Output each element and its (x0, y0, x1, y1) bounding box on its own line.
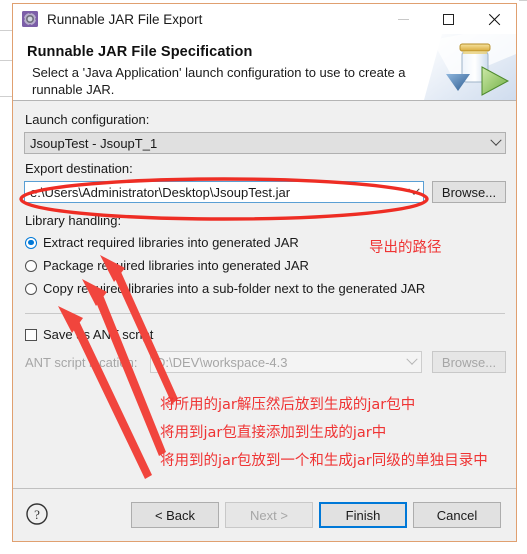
checkbox-label: Save as ANT script (43, 327, 154, 342)
radio-copy-libraries[interactable]: Copy required libraries into a sub-folde… (25, 281, 425, 296)
background-line (0, 96, 12, 97)
radio-extract-libraries[interactable]: Extract required libraries into generate… (25, 235, 299, 250)
save-as-ant-script-checkbox[interactable]: Save as ANT script (25, 327, 153, 342)
close-icon[interactable] (471, 4, 516, 34)
dialog-footer: ? < Back Next > Finish Cancel (13, 488, 516, 541)
page-title: Runnable JAR File Specification (27, 44, 253, 60)
ant-script-location-value: D:\DEV\workspace-4.3 (156, 354, 288, 370)
radio-indicator (25, 259, 37, 272)
finish-button[interactable]: Finish (319, 502, 407, 528)
ant-script-location-combo[interactable]: D:\DEV\workspace-4.3 (150, 351, 422, 373)
chevron-down-icon[interactable] (402, 352, 421, 372)
background-line (0, 30, 12, 31)
jar-export-icon (424, 34, 516, 100)
export-destination-combo[interactable]: e:\Users\Administrator\Desktop\JsoupTest… (24, 181, 424, 203)
export-destination-browse-button[interactable]: Browse... (432, 181, 506, 203)
section-divider (25, 313, 505, 314)
page-description: Select a 'Java Application' launch confi… (32, 65, 406, 97)
radio-label: Extract required libraries into generate… (43, 235, 299, 250)
launch-configuration-value: JsoupTest - JsoupT_1 (30, 135, 158, 151)
launch-configuration-label: Launch configuration: (25, 112, 150, 127)
title-bar[interactable]: Runnable JAR File Export (13, 4, 516, 34)
chevron-down-icon[interactable] (404, 182, 423, 202)
window-controls (381, 4, 516, 34)
runnable-jar-export-dialog: Runnable JAR File Export Runnable JAR Fi… (12, 3, 517, 542)
radio-indicator (25, 236, 37, 249)
background-line (0, 60, 12, 61)
maximize-icon[interactable] (426, 4, 471, 34)
minimize-icon[interactable] (381, 4, 426, 34)
launch-configuration-combo[interactable]: JsoupTest - JsoupT_1 (24, 132, 506, 154)
cancel-button[interactable]: Cancel (413, 502, 501, 528)
ant-script-location-label: ANT script location: (25, 355, 138, 370)
help-icon[interactable]: ? (25, 502, 49, 526)
dialog-body: Launch configuration: JsoupTest - JsoupT… (13, 101, 516, 488)
chevron-down-icon[interactable] (486, 133, 505, 153)
background-line (519, 0, 527, 1)
ant-script-browse-button[interactable]: Browse... (432, 351, 506, 373)
radio-label: Package required libraries into generate… (43, 258, 309, 273)
back-button[interactable]: < Back (131, 502, 219, 528)
library-handling-label: Library handling: (25, 213, 122, 228)
window-title: Runnable JAR File Export (47, 11, 203, 27)
export-destination-value: e:\Users\Administrator\Desktop\JsoupTest… (30, 184, 291, 200)
radio-label: Copy required libraries into a sub-folde… (43, 281, 426, 296)
gear-export-icon (22, 11, 38, 27)
wizard-header: Runnable JAR File Specification Select a… (13, 34, 516, 101)
next-button[interactable]: Next > (225, 502, 313, 528)
svg-text:?: ? (34, 507, 40, 522)
export-destination-label: Export destination: (25, 161, 133, 176)
radio-package-libraries[interactable]: Package required libraries into generate… (25, 258, 309, 273)
checkbox-indicator (25, 328, 37, 341)
radio-indicator (25, 282, 37, 295)
